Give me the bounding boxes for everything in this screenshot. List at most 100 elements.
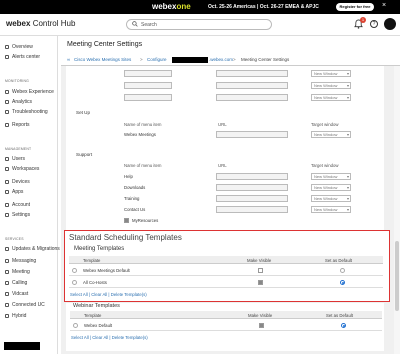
chart-icon: [5, 99, 9, 104]
make-visible-checkbox[interactable]: [259, 323, 264, 328]
target-window-select[interactable]: New Window: [311, 184, 351, 191]
account-icon: [5, 202, 9, 207]
meeting-icon: [5, 269, 9, 274]
menu-url-field[interactable]: [216, 184, 288, 191]
set-default-radio[interactable]: [340, 268, 345, 273]
search-input[interactable]: Search: [126, 19, 272, 30]
sidebar-item-vidcast[interactable]: Vidcast: [5, 291, 28, 297]
sidebar-item-reports[interactable]: Reports: [5, 122, 30, 128]
target-window-select[interactable]: New Window: [311, 82, 351, 89]
sidebar-item-experience[interactable]: Webex Experience: [5, 89, 54, 95]
bell-icon: [5, 54, 9, 59]
sidebar-item-messaging[interactable]: Messaging: [5, 258, 36, 264]
target-window-select[interactable]: New Window: [311, 195, 351, 202]
template-select-radio[interactable]: [72, 280, 77, 285]
link-separator: |: [108, 292, 110, 297]
register-button[interactable]: Register for free: [336, 3, 374, 11]
logo-text: Control Hub: [32, 19, 76, 28]
sidebar-item-workspaces[interactable]: Workspaces: [5, 166, 39, 172]
sidebar-item-alerts[interactable]: Alerts center: [5, 54, 40, 60]
clear-all-link[interactable]: Clear All: [92, 335, 108, 340]
crumb-domain[interactable]: .webex.com: [209, 57, 233, 62]
target-window-select[interactable]: New Window: [311, 94, 351, 101]
scrollbar-thumb[interactable]: [395, 241, 399, 311]
table-row[interactable]: All Co-Hosts: [69, 277, 383, 288]
set-default-radio[interactable]: [341, 323, 346, 328]
support-row-label: Help: [124, 174, 133, 179]
sidebar-item-label: Updates & Migrations: [12, 246, 60, 252]
meeting-templates-title: Meeting Templates: [74, 246, 125, 252]
crumb-configure[interactable]: Configure: [147, 57, 167, 62]
phone-icon: [5, 280, 9, 285]
avatar[interactable]: [384, 18, 396, 30]
message-icon: [5, 258, 9, 263]
cloud-icon: [5, 313, 9, 318]
menu-url-field[interactable]: [216, 195, 288, 202]
table-row[interactable]: Webex Meetings Default: [69, 265, 383, 276]
menu-url-field[interactable]: [216, 173, 288, 180]
refresh-icon: [5, 246, 9, 251]
custom-menu-card: New Window New Window New Window Set Up …: [66, 66, 384, 232]
template-select-radio[interactable]: [73, 323, 78, 328]
table-row[interactable]: Webex Default: [70, 320, 382, 331]
control-hub-logo[interactable]: webex Control Hub: [6, 19, 75, 28]
sidebar-item-meeting[interactable]: Meeting: [5, 269, 30, 275]
col-visible-header: Make Visible: [247, 257, 272, 263]
target-window-select[interactable]: New Window: [311, 70, 351, 77]
select-all-link[interactable]: Select All: [71, 335, 89, 340]
sidebar-item-analytics[interactable]: Analytics: [5, 99, 32, 105]
delete-templates-link[interactable]: Delete Template(s): [112, 335, 148, 340]
sidebar-item-calling[interactable]: Calling: [5, 280, 27, 286]
vidcast-icon: [5, 291, 9, 296]
menu-name-field[interactable]: [124, 70, 172, 77]
close-banner-icon[interactable]: ×: [382, 2, 386, 9]
col-default-header: Set as Default: [326, 312, 353, 318]
menu-url-field[interactable]: [216, 70, 288, 77]
sidebar-item-label: Troubleshooting: [12, 109, 48, 115]
menu-url-field[interactable]: [216, 206, 288, 213]
menu-url-field[interactable]: [216, 82, 288, 89]
delete-templates-link[interactable]: Delete Template(s): [111, 292, 147, 297]
menu-url-field[interactable]: [216, 94, 288, 101]
scrollbar[interactable]: [394, 66, 400, 354]
col-name-header: Name of menu item: [124, 163, 162, 168]
make-visible-checkbox[interactable]: [258, 280, 263, 285]
col-url-header: URL: [218, 122, 227, 127]
report-icon: [5, 122, 9, 127]
template-select-radio[interactable]: [72, 268, 77, 273]
sidebar-item-updates[interactable]: Updates & Migrations: [5, 246, 60, 252]
menu-name-field[interactable]: [124, 82, 172, 89]
help-icon[interactable]: ?: [370, 20, 378, 28]
sidebar-item-label: Meeting: [12, 269, 30, 275]
target-window-select[interactable]: New Window: [311, 131, 351, 138]
meeting-templates-header: Template Make Visible Set as Default: [69, 256, 383, 264]
myresources-checkbox[interactable]: [124, 218, 129, 223]
sidebar-item-settings[interactable]: Settings: [5, 212, 30, 218]
sidebar-item-account[interactable]: Account: [5, 202, 30, 208]
clear-all-link[interactable]: Clear All: [91, 292, 107, 297]
set-default-radio[interactable]: [340, 280, 345, 285]
sidebar-item-label: Account: [12, 202, 31, 208]
link-separator: |: [109, 335, 111, 340]
setup-row-label: Webex Meetings: [124, 132, 156, 137]
page-title: Meeting Center Settings: [67, 41, 143, 48]
sidebar-item-overview[interactable]: Overview: [5, 44, 33, 50]
support-row-label: Downloads: [124, 185, 146, 190]
sidebar-item-connected-uc[interactable]: Connected UC: [5, 302, 45, 308]
select-all-link[interactable]: Select All: [70, 292, 88, 297]
target-window-select[interactable]: New Window: [311, 206, 351, 213]
org-name-redacted[interactable]: [4, 342, 40, 350]
menu-url-field[interactable]: [216, 131, 288, 138]
sidebar-item-devices[interactable]: Devices: [5, 179, 30, 185]
target-window-select[interactable]: New Window: [311, 173, 351, 180]
menu-name-field[interactable]: [124, 94, 172, 101]
sidebar-item-hybrid[interactable]: Hybrid: [5, 313, 26, 319]
section-monitoring: MONITORING: [5, 79, 29, 83]
make-visible-checkbox[interactable]: [258, 268, 263, 273]
crumb-sites[interactable]: Cisco Webex Meetings Sites: [74, 57, 131, 62]
sidebar-item-apps[interactable]: Apps: [5, 189, 23, 195]
sidebar-item-users[interactable]: Users: [5, 156, 25, 162]
crumb-separator: >: [140, 57, 143, 62]
link-separator: |: [88, 292, 91, 297]
sidebar-item-troubleshooting[interactable]: Troubleshooting: [5, 109, 48, 115]
